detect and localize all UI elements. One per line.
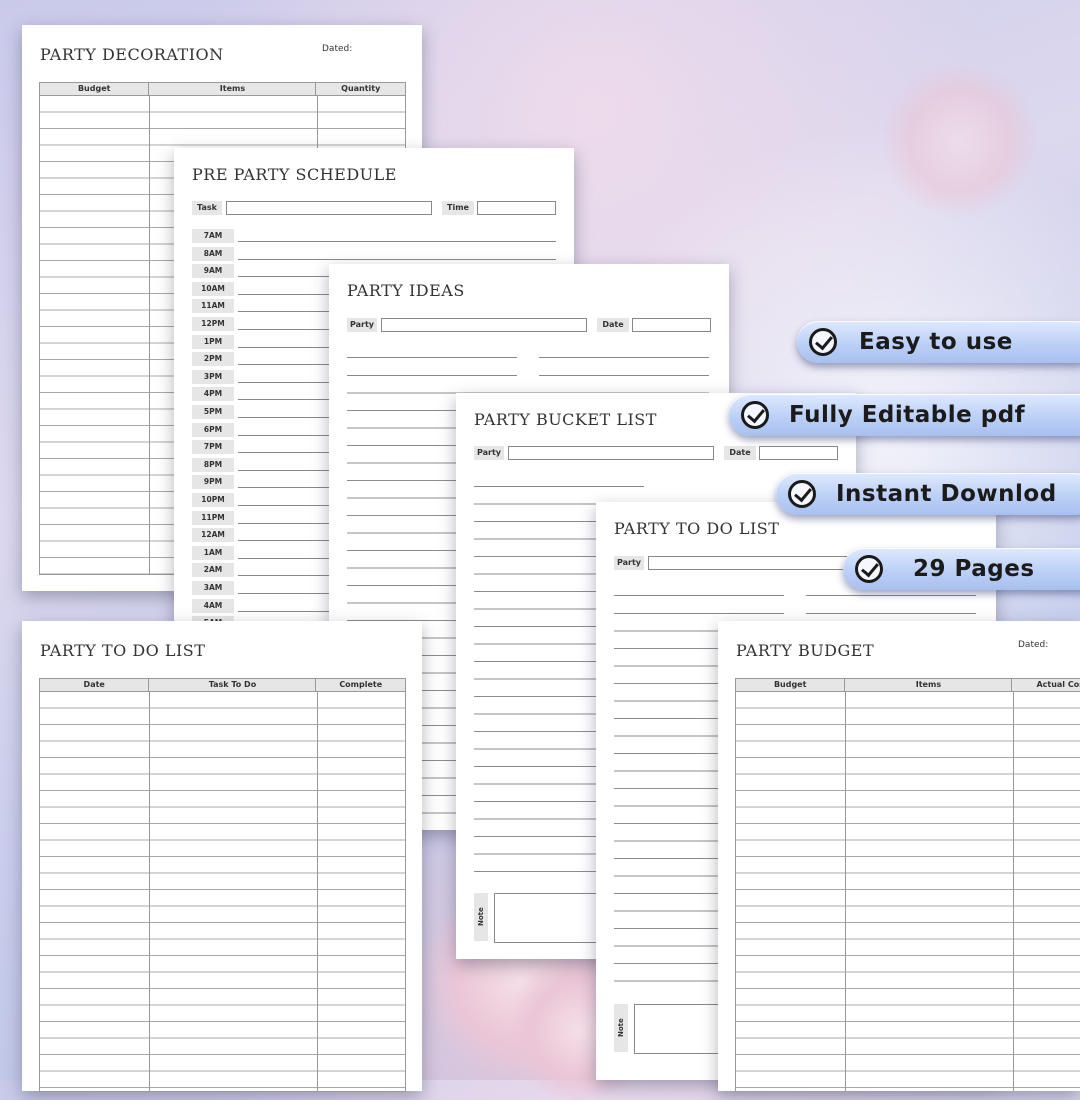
party-field[interactable] xyxy=(508,446,714,460)
note-label: Note xyxy=(474,893,488,941)
todo-line[interactable] xyxy=(806,595,976,596)
badge-fully-editable: Fully Editable pdf xyxy=(729,394,1080,436)
hour-label: 2PM xyxy=(192,352,234,367)
dated-label: Dated: xyxy=(1018,640,1049,650)
date-field[interactable] xyxy=(759,446,838,460)
column-header: Budget xyxy=(736,679,846,691)
column-divider xyxy=(317,692,318,1091)
check-circle-icon xyxy=(741,401,769,429)
column-divider xyxy=(1013,692,1014,1091)
badge-label: Easy to use xyxy=(859,329,1013,355)
hour-label: 12PM xyxy=(192,317,234,331)
hour-label: 7AM xyxy=(192,229,234,243)
hour-label: 5PM xyxy=(192,405,234,419)
table-header: Budget Items Quantity xyxy=(39,82,406,96)
hour-label: 12AM xyxy=(192,528,234,543)
hour-label: 10PM xyxy=(192,493,234,507)
hour-label: 3PM xyxy=(192,369,234,384)
task-label: Task xyxy=(192,201,222,215)
column-header: Date xyxy=(40,679,150,691)
date-field[interactable] xyxy=(632,318,711,332)
check-circle-icon xyxy=(855,555,883,583)
party-label: Party xyxy=(347,318,377,332)
date-label: Date xyxy=(724,446,756,460)
idea-line[interactable] xyxy=(539,357,709,358)
check-circle-icon xyxy=(788,480,816,508)
time-field[interactable] xyxy=(477,201,556,215)
party-label: Party xyxy=(614,556,644,570)
column-header: Items xyxy=(149,83,317,95)
dated-label: Dated: xyxy=(322,44,353,54)
todo-line[interactable] xyxy=(614,595,784,596)
hour-label: 8AM xyxy=(192,246,234,261)
page-title: PARTY BUCKET LIST xyxy=(474,410,657,429)
badge-label: Instant Downlod xyxy=(836,481,1057,507)
hour-label: 1AM xyxy=(192,545,234,560)
table-header: Budget Items Actual Cost xyxy=(735,678,1080,692)
hour-label: 3AM xyxy=(192,581,234,595)
task-field[interactable] xyxy=(226,201,432,215)
hour-label: 9AM xyxy=(192,264,234,279)
hour-label: 11PM xyxy=(192,510,234,525)
idea-line[interactable] xyxy=(347,357,517,358)
hour-label: 10AM xyxy=(192,281,234,296)
page-title: PARTY BUDGET xyxy=(736,641,875,660)
page-title: PRE PARTY SCHEDULE xyxy=(192,165,397,184)
column-header: Budget xyxy=(40,83,150,95)
page-title: PARTY TO DO LIST xyxy=(40,641,206,660)
note-label: Note xyxy=(614,1004,628,1052)
column-header: Actual Cost xyxy=(1036,680,1080,689)
column-divider xyxy=(149,692,150,1091)
page-title: PARTY IDEAS xyxy=(347,281,465,300)
badge-page-count: 29 Pages xyxy=(843,548,1080,590)
check-circle-icon xyxy=(809,328,837,356)
blossom-decoration xyxy=(880,60,1040,220)
hour-entry-line[interactable] xyxy=(238,241,556,242)
table-header: Date Task To Do Complete xyxy=(39,678,406,692)
hour-label: 1PM xyxy=(192,334,234,349)
badge-instant-download: Instant Downlod xyxy=(776,473,1080,515)
hour-label: 4PM xyxy=(192,387,234,402)
badge-label: 29 Pages xyxy=(913,556,1035,582)
time-label: Time xyxy=(442,201,474,215)
column-divider xyxy=(845,692,846,1091)
table-body[interactable] xyxy=(39,692,406,1092)
hour-label: 2AM xyxy=(192,563,234,578)
hour-label: 11AM xyxy=(192,299,234,314)
page-title: PARTY TO DO LIST xyxy=(614,519,780,538)
column-header: Items xyxy=(845,679,1013,691)
page-title: PARTY DECORATION xyxy=(40,45,224,64)
table-body[interactable] xyxy=(735,692,1080,1091)
hour-entry-line[interactable] xyxy=(238,258,556,260)
badge-label: Fully Editable pdf xyxy=(789,402,1026,428)
party-label: Party xyxy=(474,446,504,460)
column-header: Task To Do xyxy=(149,679,317,691)
party-field[interactable] xyxy=(381,318,587,332)
hour-label: 8PM xyxy=(192,457,234,472)
column-header: Complete xyxy=(339,680,383,689)
hour-label: 9PM xyxy=(192,475,234,490)
date-label: Date xyxy=(597,318,629,332)
column-divider xyxy=(149,96,150,574)
column-header: Quantity xyxy=(341,84,381,93)
hour-label: 7PM xyxy=(192,440,234,455)
party-todo-table-page: PARTY TO DO LIST Date Task To Do Complet… xyxy=(22,621,422,1092)
party-budget-page: PARTY BUDGET Dated: Budget Items Actual … xyxy=(718,621,1080,1091)
hour-label: 6PM xyxy=(192,422,234,437)
badge-easy-to-use: Easy to use xyxy=(797,321,1080,363)
hour-label: 4AM xyxy=(192,598,234,613)
